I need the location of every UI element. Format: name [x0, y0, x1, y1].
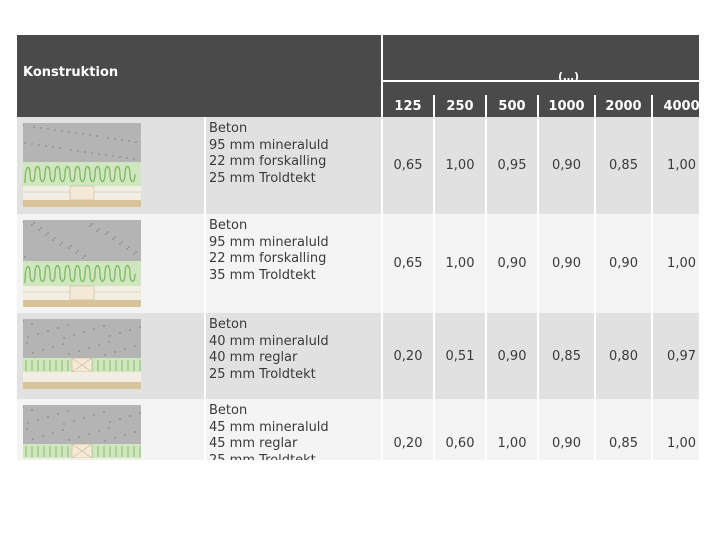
construction-description: Beton 45 mm mineraluld 45 mm reglar 25 mm T… [204, 399, 382, 461]
sound-absorption-table: Konstruktion (…) 125 250 500 1000 2000 4… [17, 35, 699, 460]
description-line: Beton [209, 317, 248, 332]
description-line: 95 mm mineraluld [209, 234, 329, 250]
description-line: 25 mm Troldtekt [209, 366, 316, 382]
table-row: Beton 45 mm mineraluld 45 mm reglar 25 mm T… [17, 399, 699, 460]
absorption-value-1000: 0,85 [537, 313, 595, 399]
description-line: 22 mm forskalling [209, 251, 327, 266]
description-line: 95 mm mineraluld [209, 137, 329, 153]
absorption-table: Konstruktion (…) 125 250 500 1000 2000 4… [17, 35, 699, 460]
description-line: 22 mm forskalling [209, 154, 327, 169]
construction-description: Beton 95 mm mineraluld 22 mm forskalling 35… [204, 214, 382, 313]
absorption-value-125: 0,20 [381, 313, 434, 399]
construction-description: Beton 95 mm mineraluld 22 mm forskalling 25… [204, 117, 382, 214]
description-line: Beton [209, 403, 248, 418]
table-row: Beton 95 mm mineraluld 22 mm forskalling 35… [17, 214, 699, 313]
absorption-value-4000: 0,97 [650, 313, 699, 399]
description-line: 25 mm Troldtekt [209, 170, 316, 186]
freq-125: 125 [381, 95, 434, 117]
absorption-value-125: 0,20 [381, 399, 434, 460]
description-line: 25 mm Troldtekt [209, 452, 316, 461]
absorption-value-1000: 0,90 [537, 399, 595, 460]
description-line: 40 mm mineraluld [209, 333, 329, 349]
table-row: Beton 95 mm mineraluld 22 mm forskalling 25… [17, 117, 699, 214]
absorption-value-500: 0,90 [485, 313, 538, 399]
konstruktion-header: Konstruktion [17, 35, 382, 95]
blank-header-cell [17, 95, 382, 117]
absorption-value-4000: 1,00 [650, 399, 699, 460]
absorption-value-500: 0,90 [485, 214, 538, 313]
freq-1000: 1000 [537, 95, 595, 117]
freq-4000: 4000 [650, 95, 699, 117]
absorption-value-125: 0,65 [381, 117, 434, 214]
description-line: 45 mm mineraluld [209, 419, 329, 435]
absorption-value-250: 1,00 [433, 117, 486, 214]
description-line: 40 mm reglar [209, 350, 298, 365]
description-line: 45 mm reglar [209, 436, 298, 451]
unit-label: (…) [558, 70, 580, 83]
description-line: 35 mm Troldtekt [209, 267, 316, 283]
absorption-value-1000: 0,90 [537, 117, 595, 214]
description-line: Beton [209, 121, 248, 136]
frequency-group-header: (…) [380, 35, 699, 95]
table-body: Beton 95 mm mineraluld 22 mm forskalling 25… [17, 117, 699, 460]
absorption-value-1000: 0,90 [537, 214, 595, 313]
construction-diagram [17, 214, 205, 313]
absorption-value-125: 0,65 [381, 214, 434, 313]
construction-diagram [17, 313, 205, 399]
construction-diagram [17, 117, 205, 214]
absorption-value-2000: 0,80 [594, 313, 652, 399]
absorption-value-4000: 1,00 [650, 117, 699, 214]
absorption-value-2000: 0,85 [594, 117, 652, 214]
freq-2000: 2000 [594, 95, 652, 117]
frequency-header-row: 125 250 500 1000 2000 4000 [17, 95, 699, 117]
freq-500: 500 [485, 95, 538, 117]
absorption-value-2000: 0,85 [594, 399, 652, 460]
absorption-value-2000: 0,90 [594, 214, 652, 313]
construction-description: Beton 40 mm mineraluld 40 mm reglar 25 mm T… [204, 313, 382, 399]
description-line: Beton [209, 218, 248, 233]
freq-250: 250 [433, 95, 486, 117]
table-row: Beton 40 mm mineraluld 40 mm reglar 25 mm T… [17, 313, 699, 399]
table-header: Konstruktion (…) [17, 35, 699, 95]
absorption-value-250: 0,51 [433, 313, 486, 399]
header-divider [383, 80, 699, 82]
absorption-value-250: 0,60 [433, 399, 486, 460]
absorption-value-500: 1,00 [485, 399, 538, 460]
construction-diagram [17, 399, 205, 460]
absorption-value-250: 1,00 [433, 214, 486, 313]
absorption-value-500: 0,95 [485, 117, 538, 214]
absorption-value-4000: 1,00 [650, 214, 699, 313]
